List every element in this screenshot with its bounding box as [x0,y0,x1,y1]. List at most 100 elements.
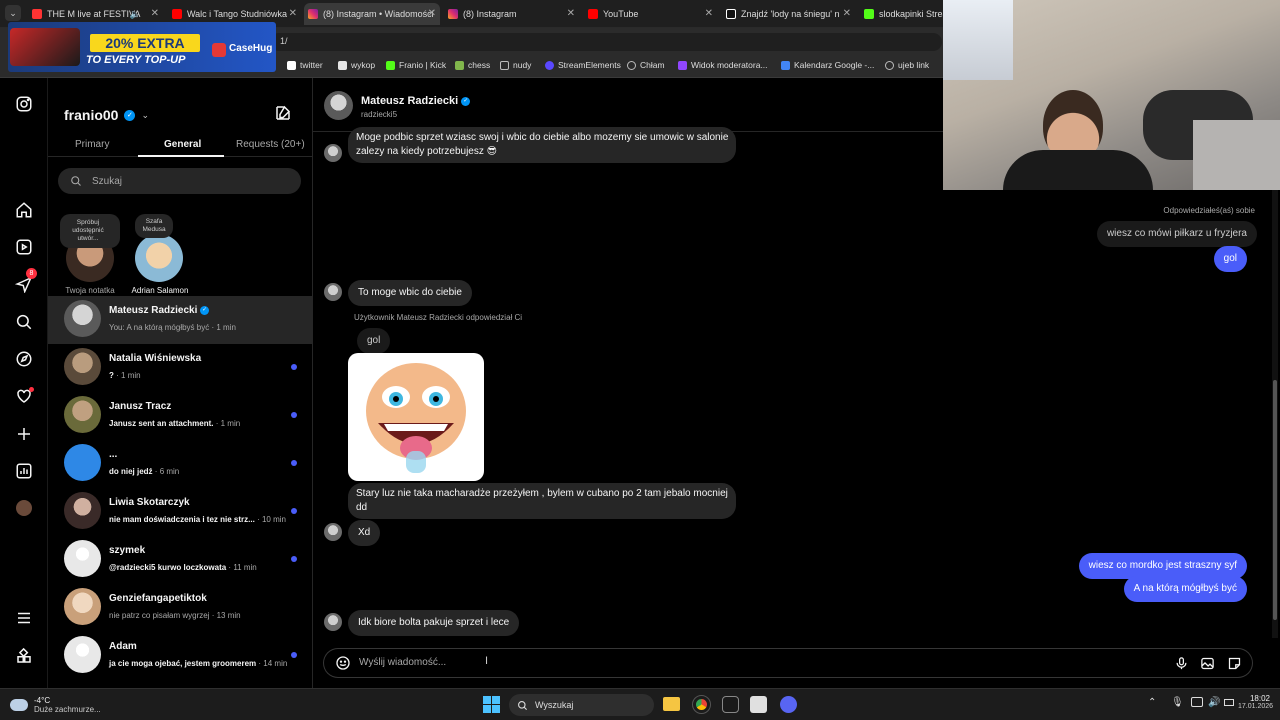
message-outgoing[interactable]: A na którą mógłbyś być [1123,576,1247,602]
browser-tab[interactable]: YouTube ✕ [584,3,717,25]
casehug-logo-icon [212,43,226,57]
bookmark[interactable]: Kalendarz Google -... [781,60,874,70]
note-item[interactable]: Szafa Medusa Adrian Salamon [130,214,190,298]
quoted-message[interactable]: gol [357,328,391,354]
bookmark[interactable]: chess [455,60,490,70]
microphone-icon[interactable]: 🎙 [1171,697,1184,708]
browser-tab-active[interactable]: (8) Instagram • Wiadomości ✕ [304,3,440,25]
discord-icon[interactable] [780,696,797,713]
bookmark[interactable]: twitter [287,60,323,70]
message-outgoing[interactable]: gol [1213,246,1247,272]
unread-dot [291,652,297,658]
create-icon[interactable] [14,424,34,444]
heart-icon[interactable] [14,386,34,406]
avatar [64,492,101,529]
message-incoming[interactable]: Stary luz nie taka macharadże przeżyłem … [348,483,736,519]
microphone-icon[interactable] [1174,656,1189,671]
close-icon[interactable]: ✕ [567,8,575,19]
emoji-icon[interactable] [335,655,351,671]
bookmark[interactable]: ujeb link [885,60,929,70]
new-message-icon[interactable] [274,104,292,122]
instagram-logo-icon[interactable] [14,94,34,114]
taskbar-search[interactable]: Wyszukaj [509,694,654,716]
chrome-icon[interactable] [692,695,711,714]
webcam-overlay [943,0,1280,190]
profile-avatar[interactable] [14,498,34,518]
tab-list-button[interactable]: ⌄ [5,5,21,21]
bookmark[interactable]: Franio | Kick [386,60,446,70]
conversation-item[interactable]: Adam ja cie moga ojebać, jestem groomere… [48,632,313,680]
contact-name[interactable]: Mateusz Radziecki ✓ [361,95,471,107]
search-input[interactable]: Szukaj [58,168,301,194]
clock[interactable]: 18:02 17.01.2026 [1238,694,1273,710]
conversation-preview: nie patrz co pisałam wygrzej · 13 min [109,611,241,620]
volume-icon[interactable]: 🔊 [1208,697,1220,708]
close-icon[interactable]: ✕ [289,8,297,19]
tab-title: slodkapinki Stream [879,9,943,19]
browser-tab[interactable]: slodkapinki Stream [860,3,943,25]
clock-time: 18:02 [1249,694,1270,703]
youtube-icon [172,9,182,19]
tab-primary[interactable]: Primary [75,139,109,150]
browser-tab[interactable]: (8) Instagram ✕ [444,3,579,25]
close-icon[interactable]: ✕ [705,8,713,19]
sticker-image[interactable] [348,353,484,481]
conversation-item[interactable]: szymek @radziecki5 kurwo loczkowata · 11… [48,536,313,584]
note-item[interactable]: Spróbuj udostępnić utwór... Twoja notatk… [60,214,120,298]
messages-icon[interactable]: 8 [14,268,37,294]
conversation-item[interactable]: Genziefangapetiktok nie patrz co pisałam… [48,584,313,632]
bookmark[interactable]: nudy [500,60,531,70]
menu-icon[interactable] [14,608,34,628]
conversation-item-selected[interactable]: Mateusz Radziecki ✓ You: A na którą mógł… [48,296,313,344]
app-icon[interactable] [722,696,739,713]
image-icon[interactable] [1200,656,1215,671]
close-icon[interactable]: ✕ [428,8,436,19]
battery-icon[interactable] [1224,699,1234,706]
close-icon[interactable]: ✕ [151,8,159,19]
conversation-item[interactable]: ... do niej jedź · 6 min [48,440,313,488]
bookmark[interactable]: StreamElements [545,60,621,70]
weather-widget[interactable]: -4°C Duże zachmurze... [10,693,101,717]
apps-icon[interactable] [14,646,34,666]
chevron-up-icon[interactable]: ⌃ [1148,697,1156,708]
home-icon[interactable] [14,200,34,220]
conversation-item[interactable]: Liwia Skotarczyk nie mam doświadczenia i… [48,488,313,536]
close-icon[interactable]: ✕ [843,8,851,19]
message-incoming[interactable]: To moge wbic do ciebie [348,280,472,306]
address-bar[interactable]: 1/ [270,33,942,51]
search-icon[interactable] [14,312,34,332]
account-switcher[interactable]: franio00 ✓ ⌄ [64,107,149,123]
scrollbar-thumb[interactable] [1273,380,1277,620]
bookmark[interactable]: Widok moderatora... [678,60,768,70]
dashboard-icon[interactable] [14,461,34,481]
conversation-item[interactable]: Janusz Tracz Janusz sent an attachment. … [48,392,313,440]
reply-label: Użytkownik Mateusz Radziecki odpowiedzia… [354,313,523,322]
message-incoming[interactable]: Moge podbic sprzet wziasc swoj i wbic do… [348,127,737,163]
bookmark[interactable]: Chłam [627,60,665,70]
composer-right[interactable] [943,648,1253,678]
conversation-item[interactable]: Natalia Wiśniewska ? · 1 min [48,344,313,392]
app-icon[interactable] [750,696,767,713]
contact-avatar[interactable] [324,91,353,120]
message-composer[interactable]: Wyślij wiadomość... I [323,648,943,678]
start-button[interactable] [483,696,500,713]
reply-label: Odpowiedziałeś(aś) sobie [1163,206,1255,215]
streamelements-icon [545,60,554,70]
explore-icon[interactable] [14,349,34,369]
bookmark-label: Franio | Kick [399,60,447,70]
quoted-message[interactable]: wiesz co mówi piłkarz u fryzjera [1096,221,1257,247]
text-cursor-icon: I [485,655,489,667]
tab-general[interactable]: General [164,139,201,150]
reels-icon[interactable] [14,237,34,257]
note-bubble: Szafa Medusa [135,214,173,238]
bookmark[interactable]: wykop [338,60,375,70]
network-icon[interactable] [1191,697,1203,707]
sticker-icon[interactable] [1227,656,1242,671]
file-explorer-icon[interactable] [663,697,680,711]
scrollbar[interactable] [1272,190,1278,638]
tab-requests[interactable]: Requests (20+) [236,139,305,150]
message-incoming[interactable]: Xd [348,520,381,546]
note-text: Szafa Medusa [142,218,166,233]
browser-tab[interactable]: Znajdź 'lody na śniegu' n ✕ [722,3,855,25]
message-incoming[interactable]: Idk biore bolta pakuje sprzet i lece [348,610,520,636]
